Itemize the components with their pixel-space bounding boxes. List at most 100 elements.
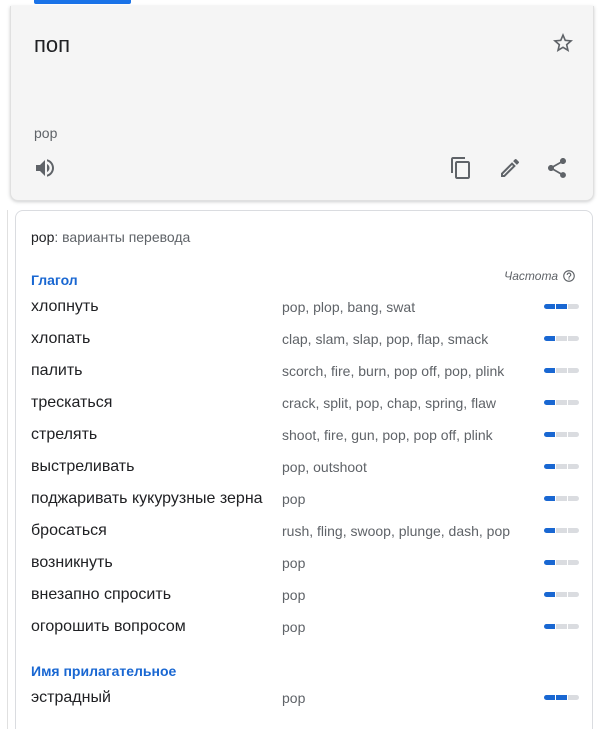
- frequency-segment: [556, 695, 567, 700]
- frequency-bar: [544, 336, 579, 341]
- frequency-segment: [544, 592, 555, 597]
- dictionary-entry[interactable]: бросаться rush, fling, swoop, plunge, da…: [31, 520, 579, 544]
- active-tab-indicator: [34, 0, 131, 4]
- entry-translations: pop: [282, 555, 306, 571]
- frequency-bar: [544, 560, 579, 565]
- frequency-bar: [544, 528, 579, 533]
- entry-translations: pop, outshoot: [282, 459, 367, 475]
- entry-translations: shoot, fire, gun, pop, pop off, plink: [282, 427, 493, 443]
- dictionary-entry[interactable]: хлопнуть pop, plop, bang, swat: [31, 296, 579, 320]
- translated-text: поп: [34, 32, 71, 57]
- frequency-segment: [568, 304, 579, 309]
- dictionary-entry[interactable]: стрелять shoot, fire, gun, pop, pop off,…: [31, 424, 579, 448]
- frequency-segment: [568, 560, 579, 565]
- entry-term: трескаться: [31, 394, 113, 411]
- frequency-segment: [556, 624, 567, 629]
- entry-translations: pop: [282, 587, 306, 603]
- entry-term: стрелять: [31, 426, 98, 443]
- frequency-segment: [556, 400, 567, 405]
- entry-translations: crack, split, pop, chap, spring, flaw: [282, 395, 496, 411]
- transliteration: pop: [34, 125, 58, 141]
- entry-term: палить: [31, 362, 83, 379]
- frequency-segment: [556, 464, 567, 469]
- frequency-segment: [556, 496, 567, 501]
- entry-term: хлопать: [31, 330, 91, 347]
- frequency-bar: [544, 592, 579, 597]
- pos-label-adjective: Имя прилагательное: [31, 663, 177, 679]
- frequency-bar: [544, 464, 579, 469]
- frequency-segment: [568, 432, 579, 437]
- entry-translations: pop: [282, 619, 306, 635]
- translation-result-panel: поп pop: [10, 6, 594, 201]
- frequency-segment: [544, 528, 555, 533]
- help-icon[interactable]: [562, 269, 576, 283]
- entry-term: возникнуть: [31, 554, 113, 571]
- entry-term: огорошить вопросом: [31, 618, 186, 635]
- frequency-header: Частота: [504, 269, 576, 283]
- frequency-segment: [556, 336, 567, 341]
- frequency-bar: [544, 695, 579, 700]
- source-panel-edge: [0, 210, 8, 729]
- frequency-segment: [544, 336, 555, 341]
- entry-translations: pop: [282, 690, 306, 706]
- frequency-segment: [568, 695, 579, 700]
- pos-label-verb: Глагол: [31, 272, 78, 288]
- dictionary-entry[interactable]: поджаривать кукурузные зерна pop: [31, 488, 579, 512]
- dictionary-entry[interactable]: возникнуть pop: [31, 552, 579, 576]
- frequency-segment: [568, 336, 579, 341]
- dictionary-word: pop: [31, 229, 55, 245]
- dictionary-entry[interactable]: хлопать clap, slam, slap, pop, flap, sma…: [31, 328, 579, 352]
- frequency-bar: [544, 368, 579, 373]
- frequency-bar: [544, 304, 579, 309]
- speaker-icon[interactable]: [33, 156, 57, 180]
- frequency-segment: [544, 695, 555, 700]
- dictionary-entry[interactable]: внезапно спросить pop: [31, 584, 579, 608]
- dictionary-title: pop: варианты перевода: [31, 229, 190, 245]
- frequency-segment: [544, 304, 555, 309]
- frequency-segment: [556, 368, 567, 373]
- frequency-segment: [568, 624, 579, 629]
- frequency-segment: [568, 528, 579, 533]
- dictionary-title-suffix: : варианты перевода: [54, 229, 191, 245]
- edit-icon[interactable]: [498, 156, 522, 180]
- dictionary-entry[interactable]: огорошить вопросом pop: [31, 616, 579, 640]
- frequency-label: Частота: [504, 269, 558, 283]
- entry-translations: clap, slam, slap, pop, flap, smack: [282, 331, 489, 347]
- entry-term: хлопнуть: [31, 298, 99, 315]
- entry-translations: rush, fling, swoop, plunge, dash, pop: [282, 523, 511, 539]
- frequency-bar: [544, 624, 579, 629]
- frequency-segment: [544, 400, 555, 405]
- frequency-segment: [568, 368, 579, 373]
- frequency-segment: [556, 560, 567, 565]
- entry-term: эстрадный: [31, 689, 111, 706]
- frequency-segment: [568, 496, 579, 501]
- frequency-segment: [568, 400, 579, 405]
- frequency-segment: [556, 528, 567, 533]
- entry-translations: scorch, fire, burn, pop off, pop, plink: [282, 363, 505, 379]
- frequency-segment: [544, 624, 555, 629]
- dictionary-entry[interactable]: трескаться crack, split, pop, chap, spri…: [31, 392, 579, 416]
- frequency-segment: [544, 368, 555, 373]
- frequency-segment: [556, 432, 567, 437]
- entry-term: внезапно спросить: [31, 586, 172, 603]
- frequency-bar: [544, 400, 579, 405]
- dictionary-entry[interactable]: выстреливать pop, outshoot: [31, 456, 579, 480]
- frequency-bar: [544, 496, 579, 501]
- share-icon[interactable]: [545, 156, 569, 180]
- frequency-segment: [556, 592, 567, 597]
- dictionary-panel: pop: варианты перевода Частота Глагол хл…: [15, 210, 593, 729]
- copy-icon[interactable]: [449, 156, 473, 180]
- dictionary-entry[interactable]: палить scorch, fire, burn, pop off, pop,…: [31, 360, 579, 384]
- frequency-segment: [556, 304, 567, 309]
- dictionary-entry[interactable]: эстрадный pop: [31, 687, 579, 711]
- entry-term: бросаться: [31, 522, 107, 539]
- frequency-segment: [544, 464, 555, 469]
- frequency-segment: [544, 496, 555, 501]
- frequency-bar: [544, 432, 579, 437]
- entry-term: выстреливать: [31, 458, 135, 475]
- star-icon[interactable]: [551, 31, 575, 55]
- frequency-segment: [544, 432, 555, 437]
- entry-translations: pop, plop, bang, swat: [282, 299, 416, 315]
- frequency-segment: [544, 560, 555, 565]
- frequency-segment: [568, 592, 579, 597]
